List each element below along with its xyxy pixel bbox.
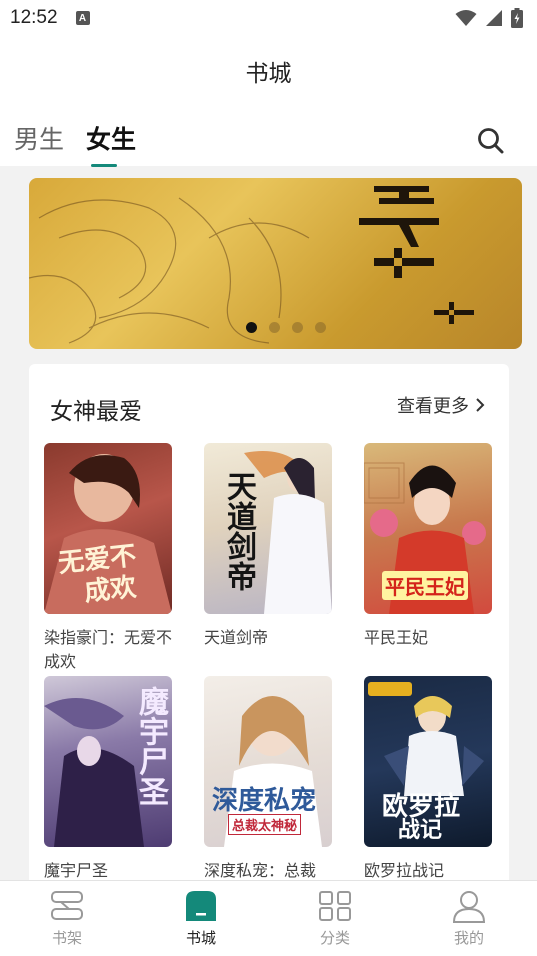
banner-pagination (246, 322, 326, 333)
signal-icon (486, 10, 502, 26)
book-cover: 欧罗拉 战记 (364, 676, 492, 847)
app-screen: 12:52 A 书城 男生 女生 女神最爱 查看更多 无爱不 成欢 染指豪门：无… (0, 0, 537, 956)
book-title: 染指豪门：无爱不成欢 (44, 628, 173, 671)
nav-label: 书架 (51, 929, 82, 947)
banner-dot[interactable] (315, 322, 326, 333)
nav-label: 书城 (185, 929, 216, 947)
book-card[interactable]: 天道剑帝 天道剑帝 (204, 443, 332, 650)
book-cover: 无爱不 成欢 (44, 443, 172, 614)
book-card[interactable]: 深度私宠 总裁太神秘 深度私宠：总裁 (204, 676, 332, 883)
bookstore-icon (186, 891, 216, 921)
page-title: 书城 (245, 61, 292, 87)
book-cover: 深度私宠 总裁太神秘 (204, 676, 332, 847)
status-bar: 12:52 A (0, 0, 537, 36)
banner-dot[interactable] (292, 322, 303, 333)
bottom-nav: 书架 书城 分类 我的 (0, 880, 537, 956)
active-tab-indicator (91, 164, 117, 167)
book-card[interactable]: 无爱不 成欢 染指豪门：无爱不成欢 (44, 443, 172, 674)
tab-female[interactable]: 女生 (86, 120, 136, 156)
favorites-section: 女神最爱 查看更多 无爱不 成欢 染指豪门：无爱不成欢 天道剑帝 天道剑帝 平民… (29, 364, 509, 924)
status-time: 12:52 (10, 7, 58, 28)
status-indicators (455, 8, 523, 28)
wifi-icon (455, 10, 477, 26)
bookshelf-icon (51, 891, 83, 920)
tab-male[interactable]: 男生 (14, 120, 64, 156)
book-card[interactable]: 平民王妃 平民王妃 (364, 443, 492, 650)
view-more-label: 查看更多 (397, 396, 469, 417)
nav-label: 我的 (453, 929, 484, 947)
banner-dot[interactable] (269, 322, 280, 333)
book-title: 天道剑帝 (204, 628, 269, 647)
nav-item-category[interactable]: 分类 (295, 889, 375, 948)
banner-dot[interactable] (246, 322, 257, 333)
battery-icon (511, 8, 523, 28)
book-cover: 魔宇尸圣 (44, 676, 172, 847)
category-icon (319, 891, 351, 921)
book-cover: 天道剑帝 (204, 443, 332, 614)
section-title: 女神最爱 (50, 399, 142, 425)
book-card[interactable]: 欧罗拉 战记 欧罗拉战记 (364, 676, 492, 883)
header: 书城 男生 女生 (0, 36, 537, 167)
nav-label: 分类 (319, 929, 350, 947)
profile-icon (452, 891, 486, 923)
nav-item-bookstore[interactable]: 书城 (161, 889, 241, 948)
view-more-link[interactable]: 查看更多 (397, 392, 485, 418)
book-card[interactable]: 魔宇尸圣 魔宇尸圣 (44, 676, 172, 883)
chevron-right-icon (476, 398, 485, 412)
nav-item-bookshelf[interactable]: 书架 (27, 889, 107, 948)
book-title: 平民王妃 (364, 628, 429, 647)
search-icon[interactable] (476, 126, 506, 156)
nav-item-profile[interactable]: 我的 (429, 889, 509, 948)
notification-icon: A (75, 11, 90, 25)
book-cover: 平民王妃 (364, 443, 492, 614)
